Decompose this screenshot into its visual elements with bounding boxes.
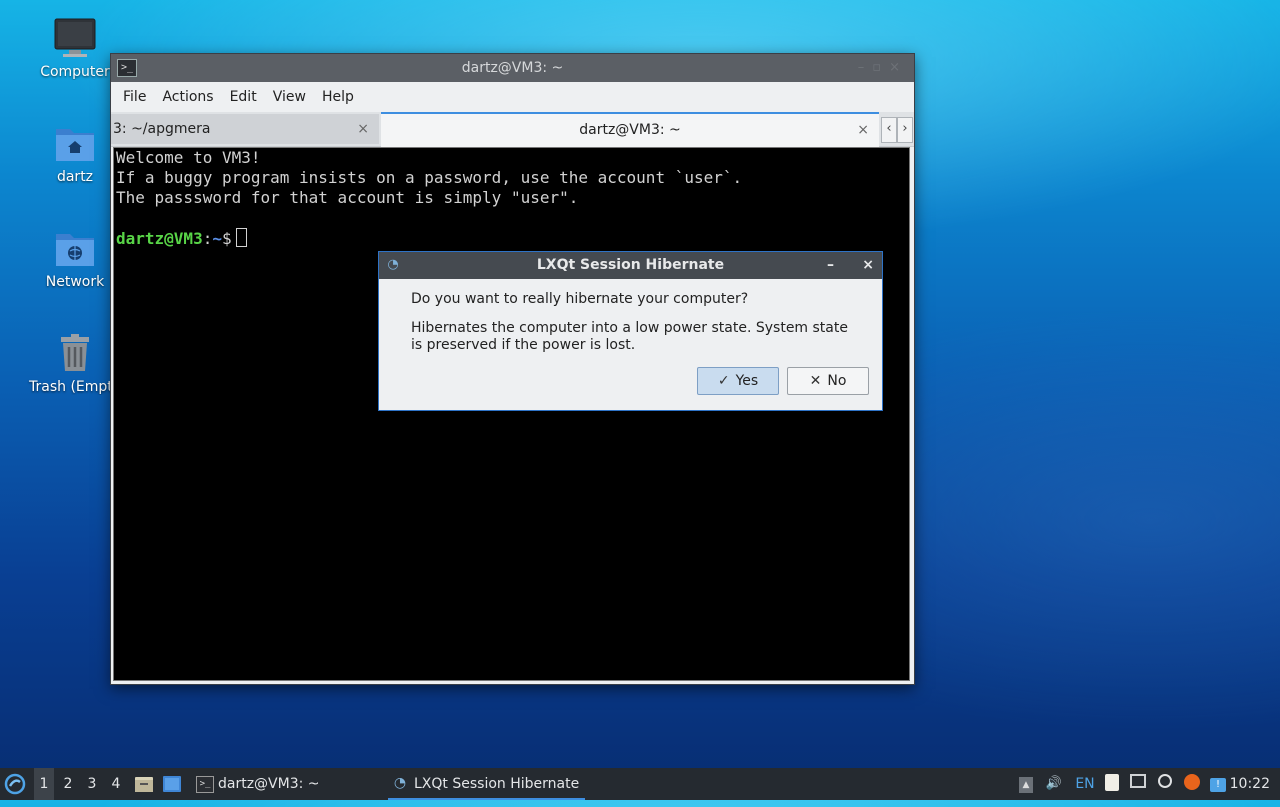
home-folder-icon [53, 121, 97, 165]
tab-home[interactable]: dartz@VM3: ~ × [381, 112, 879, 148]
hibernate-dialog[interactable]: ◔ LXQt Session Hibernate – × Do you want… [378, 251, 883, 411]
terminal-menubar: File Actions Edit View Help [111, 82, 914, 112]
terminal-title: dartz@VM3: ~ [461, 60, 564, 76]
workspace-2[interactable]: 2 [58, 768, 78, 800]
power-icon[interactable] [1182, 774, 1202, 794]
dialog-question: Do you want to really hibernate your com… [411, 291, 749, 307]
dialog-description: Hibernates the computer into a low power… [411, 320, 848, 353]
terminal-cursor [235, 228, 247, 247]
menu-file[interactable]: File [115, 89, 154, 105]
desktop-icon [163, 776, 181, 792]
clock[interactable]: 10:22 [1230, 768, 1270, 800]
tab-apgmera[interactable]: 3: ~/apgmera × [111, 114, 379, 144]
lxqt-logo-icon: ◔ [387, 257, 399, 272]
network-icon[interactable] [1128, 774, 1148, 794]
workspace-1[interactable]: 1 [34, 768, 54, 800]
dialog-titlebar[interactable]: ◔ LXQt Session Hibernate – × [379, 252, 882, 279]
network-folder-icon [53, 226, 97, 270]
volume-icon[interactable]: 🔊 [1044, 774, 1064, 794]
show-desktop-button[interactable] [162, 768, 184, 800]
tab-scroll-right-button[interactable]: › [897, 117, 913, 143]
prompt-user: dartz@VM3 [116, 229, 203, 248]
tab-close-icon[interactable]: × [357, 114, 369, 144]
yes-button[interactable]: ✓ Yes [697, 367, 779, 395]
file-manager-icon [135, 777, 153, 792]
menu-view[interactable]: View [265, 89, 314, 105]
tab-label: 3: ~/apgmera [113, 121, 211, 137]
trash-icon [53, 331, 97, 375]
update-notifier-icon[interactable] [1155, 774, 1175, 794]
workspace-4[interactable]: 4 [106, 768, 126, 800]
x-icon: ✕ [809, 373, 822, 389]
keyboard-layout-indicator[interactable]: EN [1074, 774, 1096, 794]
dialog-minimize-icon[interactable]: – [827, 252, 834, 279]
lxqt-logo-icon: ◔ [393, 775, 407, 791]
no-label: No [827, 373, 847, 389]
lxqt-menu-icon [4, 773, 26, 795]
terminal-line: If a buggy program insists on a password… [116, 168, 743, 187]
tab-label: dartz@VM3: ~ [579, 122, 681, 138]
task-label: LXQt Session Hibernate [414, 776, 580, 792]
main-menu-button[interactable] [4, 768, 28, 800]
prompt-symbol: $ [221, 229, 232, 248]
task-hibernate-dialog[interactable]: ◔ LXQt Session Hibernate [388, 768, 585, 800]
file-manager-launcher[interactable] [134, 768, 156, 800]
dialog-title: LXQt Session Hibernate [536, 257, 725, 273]
notification-icon[interactable]: ! [1208, 774, 1228, 794]
maximize-icon[interactable]: ▫ [872, 60, 889, 75]
terminal-line: Welcome to VM3! [116, 148, 261, 167]
terminal-prompt: dartz@VM3:~$ [116, 228, 247, 249]
task-label: dartz@VM3: ~ [218, 776, 320, 792]
clipboard-icon[interactable] [1102, 774, 1122, 794]
tab-close-icon[interactable]: × [857, 114, 869, 146]
terminal-screen[interactable]: Welcome to VM3! If a buggy program insis… [113, 147, 910, 681]
check-icon: ✓ [717, 373, 730, 389]
menu-edit[interactable]: Edit [222, 89, 265, 105]
taskbar: 1 2 3 4 >_ dartz@VM3: ~ ◔ LXQt Session H… [0, 768, 1280, 800]
prompt-path: ~ [212, 229, 222, 248]
close-icon[interactable]: × [889, 60, 908, 75]
menu-actions[interactable]: Actions [154, 89, 221, 105]
terminal-app-icon: >_ [117, 59, 137, 77]
dialog-close-icon[interactable]: × [862, 252, 874, 279]
terminal-icon: >_ [196, 776, 214, 793]
window-buttons: –▫× [858, 54, 908, 82]
tray-show-hidden-icon[interactable]: ▲ [1016, 774, 1036, 794]
yes-label: Yes [735, 373, 759, 389]
desktop-icon-label: Trash (Empty) [29, 379, 119, 395]
menu-help[interactable]: Help [314, 89, 362, 105]
terminal-line: The passsword for that account is simply… [116, 188, 579, 207]
prompt-separator: : [202, 229, 213, 248]
tab-scroll-left-button[interactable]: ‹ [881, 117, 897, 143]
terminal-tabbar: 3: ~/apgmera × dartz@VM3: ~ × ‹ › [111, 112, 914, 148]
task-terminal[interactable]: >_ dartz@VM3: ~ [192, 768, 380, 800]
terminal-titlebar[interactable]: >_ dartz@VM3: ~ –▫× [111, 54, 914, 82]
no-button[interactable]: ✕ No [787, 367, 869, 395]
workspace-3[interactable]: 3 [82, 768, 102, 800]
computer-icon [53, 16, 97, 60]
minimize-icon[interactable]: – [858, 60, 873, 75]
